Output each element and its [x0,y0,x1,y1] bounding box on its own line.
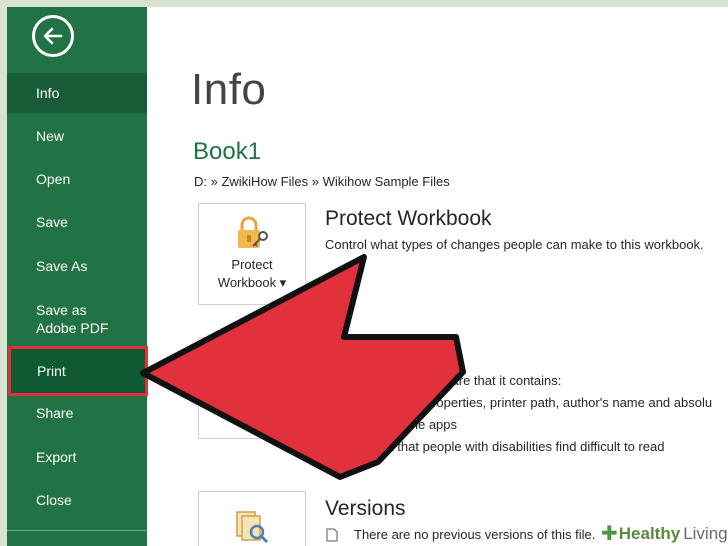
watermark-brand-living: Living [683,523,728,543]
plus-logo-icon: ✚ [601,523,618,545]
watermark-brand-healthy: Healthy [618,523,681,543]
excel-backstage-window: Info New Open Save Save As Save as Adobe… [7,7,728,546]
healthy-living-watermark: ✚ Healthy Living [597,521,728,546]
red-arrow-annotation [140,254,466,480]
